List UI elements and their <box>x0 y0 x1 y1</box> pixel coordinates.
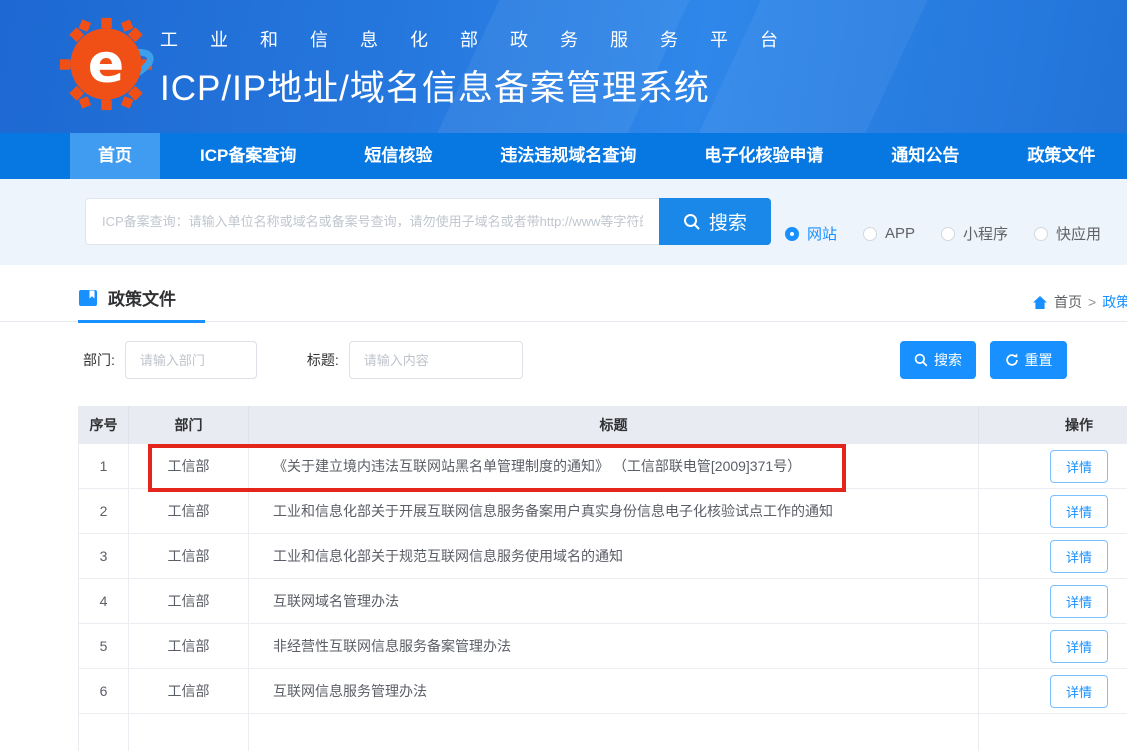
nav-item[interactable]: 短信核验 <box>336 133 460 179</box>
radio-label: 小程序 <box>963 223 1008 244</box>
search-type-radio[interactable]: APP <box>863 225 915 242</box>
section-title: 政策文件 <box>108 285 176 310</box>
row-title: 《关于建立境内违法互联网站黑名单管理制度的通知》 （工信部联电管[2009]37… <box>249 444 979 488</box>
search-type-radio-group: 网站 APP 小程序 快应用 <box>785 223 1127 244</box>
main-nav: 首页 ICP备案查询短信核验违法违规域名查询电子化核验申请通知公告政策文件 <box>0 133 1127 179</box>
breadcrumb: 首页 > 政策文件 <box>1032 292 1127 312</box>
search-type-radio[interactable]: 小程序 <box>941 223 1008 244</box>
dept-filter-input[interactable] <box>125 341 257 379</box>
table-row: 4 工信部 互联网域名管理办法 详情 <box>79 579 1127 624</box>
empty-cell <box>129 714 249 751</box>
detail-button[interactable]: 详情 <box>1050 450 1108 483</box>
row-number: 6 <box>79 669 129 713</box>
detail-button[interactable]: 详情 <box>1050 675 1108 708</box>
active-tab-underline <box>78 320 205 323</box>
row-title: 互联网域名管理办法 <box>249 579 979 623</box>
nav-item[interactable]: 违法违规域名查询 <box>472 133 664 179</box>
table-header-row: 序号 部门 标题 操作 <box>79 406 1127 444</box>
filter-reset-label: 重置 <box>1025 350 1053 370</box>
row-dept: 工信部 <box>129 669 249 713</box>
detail-button[interactable]: 详情 <box>1050 495 1108 528</box>
svg-text:e: e <box>88 31 124 94</box>
radio-dot-icon <box>785 227 799 241</box>
row-number: 1 <box>79 444 129 488</box>
col-header-op: 操作 <box>979 406 1127 444</box>
radio-label: 网站 <box>807 223 837 244</box>
policy-table: 序号 部门 标题 操作 1 工信部 《关于建立境内违法互联网站黑名单管理制度的通… <box>78 406 1127 751</box>
radio-label: 快应用 <box>1056 223 1101 244</box>
search-icon <box>683 213 701 231</box>
row-dept: 工信部 <box>129 579 249 623</box>
row-title: 非经营性互联网信息服务备案管理办法 <box>249 624 979 668</box>
table-row: 6 工信部 互联网信息服务管理办法 详情 <box>79 669 1127 714</box>
radio-dot-icon <box>1034 227 1048 241</box>
col-header-title: 标题 <box>249 406 979 444</box>
miit-gear-logo-icon: e <box>58 16 154 112</box>
row-number: 4 <box>79 579 129 623</box>
filter-search-label: 搜索 <box>934 350 962 370</box>
icp-search-button-label: 搜索 <box>709 208 747 235</box>
table-row: 2 工信部 工业和信息化部关于开展互联网信息服务备案用户真实身份信息电子化核验试… <box>79 489 1127 534</box>
nav-item[interactable]: 政策文件 <box>999 133 1123 179</box>
detail-button[interactable]: 详情 <box>1050 630 1108 663</box>
title-filter-input[interactable] <box>349 341 523 379</box>
breadcrumb-separator: > <box>1088 294 1096 310</box>
page-header: e 工业和信息化部政务服务平台 ICP/IP地址/域名信息备案管理系统 <box>0 0 1127 133</box>
table-empty-row <box>79 714 1127 751</box>
empty-cell <box>979 714 1127 751</box>
home-icon <box>1032 295 1048 310</box>
row-title: 互联网信息服务管理办法 <box>249 669 979 713</box>
detail-button[interactable]: 详情 <box>1050 540 1108 573</box>
breadcrumb-current: 政策文件 <box>1102 292 1127 312</box>
icp-search-input[interactable] <box>85 198 659 245</box>
col-header-dept: 部门 <box>129 406 249 444</box>
filter-reset-button[interactable]: 重置 <box>990 341 1067 379</box>
nav-item[interactable]: 通知公告 <box>863 133 987 179</box>
row-dept: 工信部 <box>129 489 249 533</box>
nav-item[interactable]: 首页 <box>70 133 160 179</box>
empty-cell <box>79 714 129 751</box>
row-dept: 工信部 <box>129 624 249 668</box>
radio-dot-icon <box>863 227 877 241</box>
search-type-radio[interactable]: 快应用 <box>1034 223 1101 244</box>
empty-cell <box>249 714 979 751</box>
section-tabs: 政策文件 首页 > 政策文件 <box>0 265 1127 322</box>
title-filter-label: 标题: <box>307 350 339 370</box>
filter-row: 部门: 标题: 搜索 重置 <box>83 341 1127 379</box>
platform-title: 工业和信息化部政务服务平台 <box>160 26 810 52</box>
tab-policy-files[interactable]: 政策文件 <box>78 285 176 324</box>
breadcrumb-home[interactable]: 首页 <box>1054 292 1082 312</box>
radio-dot-icon <box>941 227 955 241</box>
col-header-no: 序号 <box>79 406 129 444</box>
search-icon <box>914 353 928 367</box>
dept-filter-label: 部门: <box>83 350 115 370</box>
row-number: 3 <box>79 534 129 578</box>
refresh-icon <box>1005 353 1019 367</box>
table-body: 1 工信部 《关于建立境内违法互联网站黑名单管理制度的通知》 （工信部联电管[2… <box>79 444 1127 714</box>
row-number: 2 <box>79 489 129 533</box>
main-content: 政策文件 首页 > 政策文件 部门: 标题: 搜索 重置 <box>0 265 1127 751</box>
system-title: ICP/IP地址/域名信息备案管理系统 <box>160 60 810 111</box>
radio-label: APP <box>885 225 915 242</box>
table-row: 5 工信部 非经营性互联网信息服务备案管理办法 详情 <box>79 624 1127 669</box>
nav-item[interactable]: ICP备案查询 <box>172 133 324 179</box>
search-type-radio[interactable]: 网站 <box>785 223 837 244</box>
row-title: 工业和信息化部关于规范互联网信息服务使用域名的通知 <box>249 534 979 578</box>
book-icon <box>78 289 98 307</box>
nav-item[interactable]: 电子化核验申请 <box>676 133 851 179</box>
icp-search-strip: 搜索 网站 APP 小程序 快应用 <box>0 179 1127 265</box>
icp-search-button[interactable]: 搜索 <box>659 198 771 245</box>
row-number: 5 <box>79 624 129 668</box>
table-row: 3 工信部 工业和信息化部关于规范互联网信息服务使用域名的通知 详情 <box>79 534 1127 579</box>
filter-search-button[interactable]: 搜索 <box>900 341 976 379</box>
row-dept: 工信部 <box>129 534 249 578</box>
table-row: 1 工信部 《关于建立境内违法互联网站黑名单管理制度的通知》 （工信部联电管[2… <box>79 444 1127 489</box>
row-dept: 工信部 <box>129 444 249 488</box>
detail-button[interactable]: 详情 <box>1050 585 1108 618</box>
row-title: 工业和信息化部关于开展互联网信息服务备案用户真实身份信息电子化核验试点工作的通知 <box>249 489 979 533</box>
